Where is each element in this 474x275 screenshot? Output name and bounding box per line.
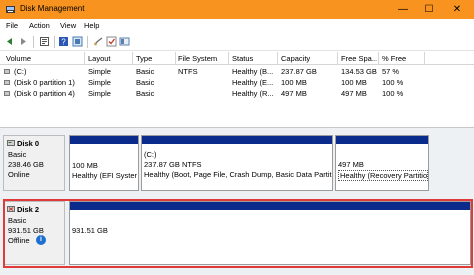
- column-divider[interactable]: [228, 52, 229, 65]
- cell-type: Basic: [136, 67, 155, 76]
- partition-status: Healthy (Boot, Page File, Crash Dump, Ba…: [144, 170, 332, 179]
- drive-icon: [4, 91, 10, 96]
- help-icon[interactable]: ?: [58, 36, 69, 47]
- cell-capacity: 237.87 GB: [281, 67, 317, 76]
- column-divider[interactable]: [337, 52, 338, 65]
- column-divider[interactable]: [132, 52, 133, 65]
- cell-type: Basic: [136, 89, 155, 98]
- refresh-icon[interactable]: [72, 36, 83, 47]
- partition-efi[interactable]: 100 MB Healthy (EFI Syster: [69, 135, 139, 191]
- disk-type: Basic: [8, 150, 27, 159]
- title-bar: Disk Management — ☐ ✕: [0, 0, 474, 19]
- checkmark-icon[interactable]: [106, 36, 117, 47]
- cell-free-space: 134.53 GB: [341, 67, 377, 76]
- cell-file-system: NTFS: [178, 67, 198, 76]
- cell-status: Healthy (B...: [232, 67, 274, 76]
- connect-icon[interactable]: [93, 36, 104, 47]
- drive-icon: [4, 69, 10, 74]
- partition-size: 100 MB: [72, 161, 98, 170]
- partition-size: 497 MB: [338, 160, 364, 169]
- partition-status: Healthy (Recovery Partition): [338, 170, 428, 181]
- cell-capacity: 100 MB: [281, 78, 307, 87]
- column-percent-free[interactable]: % Free: [382, 54, 422, 63]
- disk-0-label[interactable]: Disk 0 Basic 238.46 GB Online: [3, 135, 65, 191]
- partition-recovery[interactable]: 497 MB Healthy (Recovery Partition): [335, 135, 429, 191]
- partition-drive-letter: (C:): [144, 150, 157, 159]
- table-row[interactable]: (Disk 0 partition 4) Simple Basic Health…: [0, 88, 474, 99]
- menu-help[interactable]: Help: [84, 21, 99, 30]
- column-volume[interactable]: Volume: [6, 54, 82, 63]
- cell-layout: Simple: [88, 89, 111, 98]
- column-free-space[interactable]: Free Spa...: [341, 54, 377, 63]
- column-divider[interactable]: [424, 52, 425, 65]
- menu-view[interactable]: View: [60, 21, 76, 30]
- column-file-system[interactable]: File System: [178, 54, 228, 63]
- table-row[interactable]: (Disk 0 partition 1) Simple Basic Health…: [0, 77, 474, 88]
- disk-status: Online: [8, 170, 30, 179]
- svg-text:?: ?: [61, 38, 66, 47]
- column-divider[interactable]: [175, 52, 176, 65]
- table-row[interactable]: (C:) Simple Basic NTFS Healthy (B... 237…: [0, 66, 474, 77]
- partition-size: 237.87 GB NTFS: [144, 160, 202, 169]
- column-divider[interactable]: [378, 52, 379, 65]
- cell-type: Basic: [136, 78, 155, 87]
- cell-layout: Simple: [88, 78, 111, 87]
- disk-icon: [7, 140, 15, 146]
- column-type[interactable]: Type: [136, 54, 174, 63]
- column-layout[interactable]: Layout: [88, 54, 130, 63]
- window-title: Disk Management: [20, 4, 85, 13]
- properties-icon[interactable]: [39, 36, 50, 47]
- close-button[interactable]: ✕: [446, 2, 468, 17]
- cell-status: Healthy (R...: [232, 89, 274, 98]
- column-divider[interactable]: [277, 52, 278, 65]
- partition-status: Healthy (EFI Syster: [72, 171, 138, 180]
- volume-list-header: Volume Layout Type File System Status Ca…: [0, 52, 474, 65]
- toolbar-separator: [33, 36, 34, 48]
- menu-bar: File Action View Help: [0, 19, 474, 33]
- back-icon[interactable]: [4, 36, 15, 47]
- disk-management-icon: [6, 6, 15, 13]
- disk-name: Disk 0: [17, 139, 40, 148]
- minimize-button[interactable]: —: [392, 2, 414, 17]
- cell-capacity: 497 MB: [281, 89, 307, 98]
- cell-percent-free: 100 %: [382, 78, 404, 87]
- cell-free-space: 497 MB: [341, 89, 367, 98]
- column-capacity[interactable]: Capacity: [281, 54, 335, 63]
- cell-free-space: 100 MB: [341, 78, 367, 87]
- cell-percent-free: 100 %: [382, 89, 404, 98]
- cell-layout: Simple: [88, 67, 111, 76]
- menu-action[interactable]: Action: [29, 21, 50, 30]
- menu-file[interactable]: File: [6, 21, 18, 30]
- maximize-button[interactable]: ☐: [418, 2, 440, 17]
- partition-c-drive[interactable]: (C:) 237.87 GB NTFS Healthy (Boot, Page …: [141, 135, 333, 191]
- cell-volume: (Disk 0 partition 1): [14, 78, 75, 87]
- column-divider[interactable]: [84, 52, 85, 65]
- toolbar-separator: [87, 36, 88, 48]
- cell-volume: (Disk 0 partition 4): [14, 89, 75, 98]
- disk-size: 238.46 GB: [8, 160, 44, 169]
- cell-percent-free: 57 %: [382, 67, 400, 76]
- partition-bar: [142, 136, 332, 144]
- partition-bar: [70, 136, 138, 144]
- toolbar: ?: [0, 33, 474, 51]
- cell-status: Healthy (E...: [232, 78, 274, 87]
- toolbar-separator: [54, 36, 55, 48]
- column-status[interactable]: Status: [232, 54, 276, 63]
- view-icon[interactable]: [119, 36, 130, 47]
- disk-2-highlight: [3, 199, 473, 268]
- forward-icon[interactable]: [18, 36, 29, 47]
- cell-volume: (C:): [14, 67, 27, 76]
- partition-bar: [336, 136, 428, 144]
- drive-icon: [4, 80, 10, 85]
